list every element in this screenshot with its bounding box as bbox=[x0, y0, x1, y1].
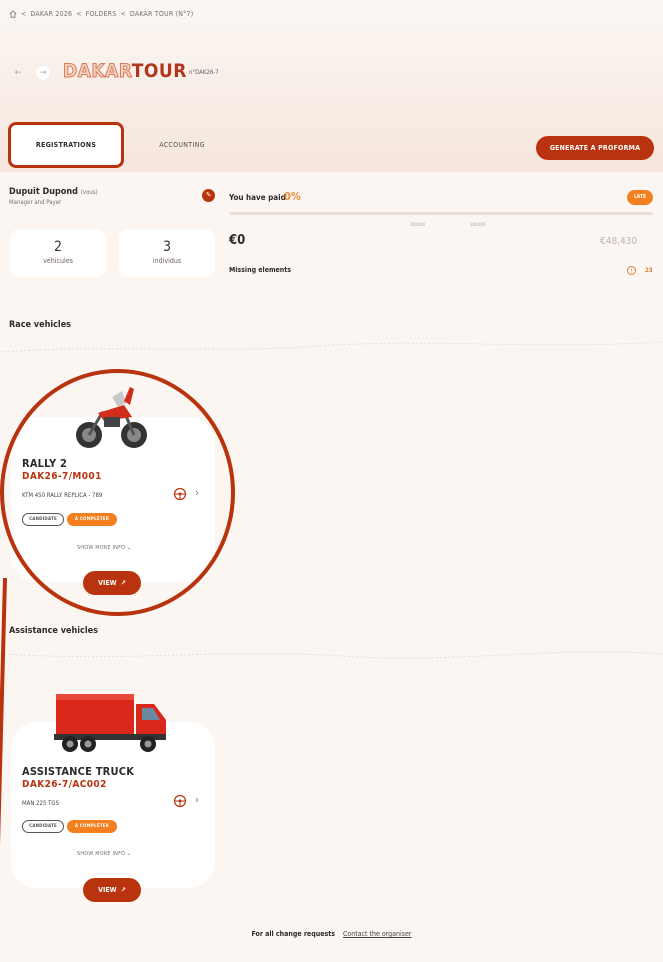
clock-icon: ! bbox=[627, 266, 636, 275]
amount-paid: €0 bbox=[229, 233, 246, 248]
tab-registrations[interactable]: REGISTRATIONS bbox=[8, 122, 124, 168]
breadcrumb-item-event[interactable]: DAKAR 2026 bbox=[30, 10, 72, 18]
chevron-right-icon[interactable]: › bbox=[195, 486, 199, 499]
arrow-icon: ↗ bbox=[120, 886, 126, 894]
back-arrow-icon[interactable]: ← bbox=[11, 66, 25, 80]
view-button[interactable]: VIEW ↗ bbox=[83, 878, 141, 902]
stat-value: 3 bbox=[162, 239, 171, 255]
breadcrumb-item-current: DAKAR TOUR (N°7) bbox=[129, 10, 194, 18]
stat-card-individuals: 3 individus bbox=[119, 229, 215, 277]
generate-proforma-button[interactable]: GENERATE A PROFORMA bbox=[536, 136, 654, 160]
view-button[interactable]: VIEW ↗ bbox=[83, 571, 141, 595]
show-more-info-toggle[interactable]: SHOW MORE INFO ⌄ bbox=[77, 545, 131, 551]
decorative-track-line bbox=[0, 651, 663, 659]
status-badge: À COMPLÉTER bbox=[67, 513, 117, 526]
user-name-text: Dupuit Dupond bbox=[9, 187, 78, 197]
chevron-right-icon[interactable]: › bbox=[195, 793, 199, 806]
missing-elements-count[interactable]: 23 bbox=[645, 267, 653, 274]
breadcrumb: < DAKAR 2026 < FOLDERS < DAKAR TOUR (N°7… bbox=[9, 10, 193, 18]
vehicle-id: DAK26-7/AC002 bbox=[22, 779, 107, 790]
view-label: VIEW bbox=[98, 579, 117, 587]
motorcycle-image bbox=[76, 387, 147, 448]
steering-wheel-icon[interactable] bbox=[173, 794, 187, 808]
section-title-race: Race vehicles bbox=[9, 320, 72, 330]
candidate-badge: CANDIDATE bbox=[22, 513, 64, 526]
forward-arrow-icon[interactable]: → bbox=[36, 66, 50, 80]
payment-progress-bar bbox=[229, 212, 653, 215]
stat-value: 2 bbox=[53, 239, 62, 255]
arrow-icon: ↗ bbox=[120, 579, 126, 587]
page-title: DAKARTOUR bbox=[63, 60, 187, 83]
vehicle-title: ASSISTANCE TRUCK bbox=[22, 765, 135, 778]
section-title-assistance: Assistance vehicles bbox=[9, 626, 98, 636]
breadcrumb-separator: < bbox=[76, 10, 82, 18]
stat-card-vehicles: 2 véhicules bbox=[10, 229, 106, 277]
breadcrumb-separator: < bbox=[21, 10, 27, 18]
home-icon[interactable] bbox=[9, 10, 17, 18]
vehicle-id: DAK26-7/M001 bbox=[22, 471, 102, 482]
view-label: VIEW bbox=[98, 886, 117, 894]
vehicle-model: KTM 450 RALLY REPLICA - 789 bbox=[22, 492, 103, 499]
truck-image bbox=[54, 694, 166, 752]
stat-label: individus bbox=[152, 257, 182, 265]
decorative-track-line bbox=[0, 341, 663, 353]
user-role: Manager and Payer bbox=[9, 199, 62, 206]
page-title-part2: TOUR bbox=[131, 60, 187, 82]
chevron-down-icon: ⌄ bbox=[127, 545, 132, 551]
contact-organiser-link[interactable]: Contact the organiser bbox=[343, 930, 412, 938]
amount-total: €48,430 bbox=[600, 236, 638, 247]
breadcrumb-item-folders[interactable]: FOLDERS bbox=[86, 10, 117, 18]
progress-marker-label: 100.000 bbox=[470, 222, 485, 227]
breadcrumb-separator: < bbox=[120, 10, 126, 18]
chevron-down-icon: ⌄ bbox=[127, 851, 132, 857]
show-more-label: SHOW MORE INFO bbox=[77, 851, 126, 857]
status-badge: LATE bbox=[627, 190, 653, 205]
paid-percent: 0% bbox=[284, 190, 301, 203]
steering-wheel-icon[interactable] bbox=[173, 487, 187, 501]
show-more-info-toggle[interactable]: SHOW MORE INFO ⌄ bbox=[77, 851, 131, 857]
footer-label: For all change requests bbox=[251, 930, 335, 938]
show-more-label: SHOW MORE INFO bbox=[77, 545, 126, 551]
page-title-part1: DAKAR bbox=[63, 60, 132, 83]
highlight-annotation-line bbox=[0, 577, 7, 962]
user-name: Dupuit Dupond (vous) bbox=[9, 187, 98, 197]
you-tag: (vous) bbox=[80, 189, 98, 196]
candidate-badge: CANDIDATE bbox=[22, 820, 64, 833]
vehicle-title: RALLY 2 bbox=[22, 457, 68, 470]
status-badge: À COMPLÉTER bbox=[67, 820, 117, 833]
paid-label: You have paid bbox=[229, 193, 286, 202]
progress-marker-label: 100.000 bbox=[410, 222, 425, 227]
footer: For all change requests Contact the orga… bbox=[0, 930, 663, 938]
folder-number: n°DAK26-7 bbox=[189, 69, 219, 76]
edit-icon[interactable]: ✎ bbox=[202, 189, 215, 202]
tab-accounting[interactable]: ACCOUNTING bbox=[136, 122, 228, 168]
missing-elements-label: Missing elements bbox=[229, 266, 292, 274]
vehicle-model: MAN 225 TGS bbox=[22, 800, 60, 807]
stat-label: véhicules bbox=[43, 257, 73, 265]
